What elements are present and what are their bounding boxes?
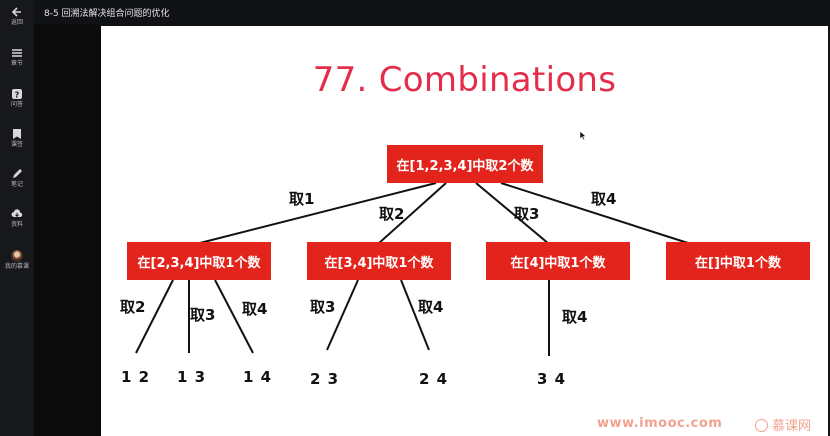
edge-label: 取3 [310,298,336,316]
sidebar-item-materials[interactable]: 资料 [0,208,34,229]
book-icon [13,129,21,139]
back-arrow-icon [11,7,21,17]
sidebar-item-chapters[interactable]: 章节 [0,47,34,68]
edge-label: 取1 [289,190,315,208]
brand-logo: 慕课网 [755,415,811,434]
sidebar-item-qa[interactable]: ? 问答 [0,88,34,109]
pencil-icon [13,169,22,178]
sidebar-item-back[interactable]: 返回 [0,6,34,27]
tree-edges [135,182,692,356]
sidebar-item-label: 笔记 [10,181,23,188]
sidebar-item-bookmarks[interactable]: 课签 [0,128,34,149]
tree-node-level1: 在[2,3,4]中取1个数 [127,242,271,280]
sidebar-item-label: 课签 [10,141,23,148]
svg-text:?: ? [15,90,20,99]
tree-node-root: 在[1,2,3,4]中取2个数 [387,145,543,183]
sidebar-item-notes[interactable]: 笔记 [0,168,34,189]
title-bar: 8-5 回溯法解决组合问题的优化 [34,0,830,24]
sidebar-item-label: 返回 [10,19,23,26]
leaf-combination: 2 3 [310,370,339,388]
edge-label: 取4 [242,300,268,318]
page-title: 8-5 回溯法解决组合问题的优化 [44,9,170,19]
watermark: www.imooc.com [597,416,723,431]
sidebar: 返回 章节 ? 问答 课签 笔记 资料 我的慕课 [0,0,34,436]
edge-label: 取4 [562,308,588,326]
imooc-logo-icon [755,419,768,432]
edge-label: 取4 [418,298,444,316]
video-letterbox [34,24,101,436]
slide: 77. Combinations 在[1,2,3,4]中取2个数 在[2,3,4… [101,26,828,436]
edge-label: 取3 [514,205,540,223]
question-icon: ? [12,89,22,99]
sidebar-item-label: 我的慕课 [4,263,29,270]
leaf-combination: 1 3 [177,368,206,386]
tree-node-level1: 在[4]中取1个数 [486,242,630,280]
cloud-download-icon [11,209,23,218]
sidebar-item-label: 章节 [10,60,23,67]
edge-label: 取2 [120,298,146,316]
edge-label: 取3 [190,306,216,324]
tree-node-level1: 在[3,4]中取1个数 [307,242,451,280]
edge-label: 取4 [591,190,617,208]
leaf-combination: 1 2 [121,368,150,386]
leaf-combination: 1 4 [243,368,272,386]
leaf-combination: 3 4 [537,370,566,388]
menu-icon [12,49,22,57]
sidebar-item-label: 问答 [10,101,23,108]
edge-label: 取2 [379,205,405,223]
brand-name: 慕课网 [772,419,812,434]
avatar [11,250,23,262]
leaf-combination: 2 4 [419,370,448,388]
sidebar-item-my-imooc[interactable]: 我的慕课 [0,250,34,271]
mouse-cursor-icon [579,130,587,141]
sidebar-item-label: 资料 [10,221,23,228]
tree-node-level1: 在[]中取1个数 [666,242,810,280]
